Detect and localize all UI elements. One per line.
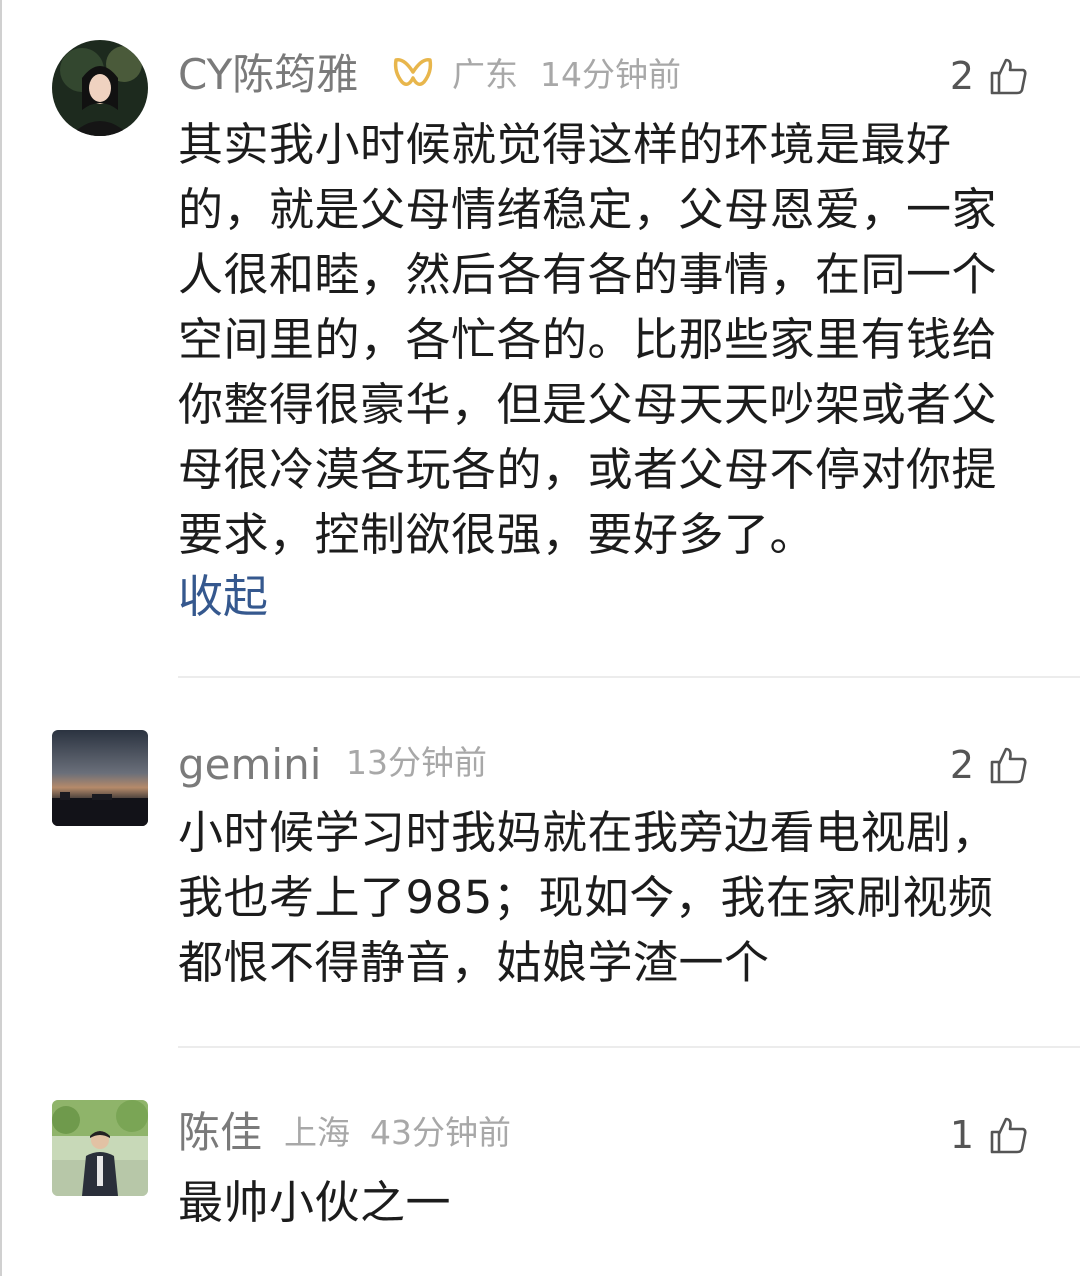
comment-time: 43分钟前: [370, 1113, 511, 1152]
comment-time: 14分钟前: [540, 55, 681, 94]
username[interactable]: gemini: [178, 744, 321, 786]
comment-text: 小时候学习时我妈就在我旁边看电视剧， 我也考上了985；现如今，我在家刷视频 都…: [178, 806, 998, 989]
avatar[interactable]: [52, 1100, 148, 1196]
like-count: 1: [949, 1113, 974, 1157]
thumbs-up-icon: [990, 58, 1027, 95]
avatar[interactable]: [52, 40, 148, 136]
divider: [178, 676, 1080, 678]
divider: [178, 1046, 1080, 1048]
username[interactable]: CY陈筠雅: [178, 54, 358, 96]
avatar[interactable]: [52, 730, 148, 826]
like-button[interactable]: 2: [950, 745, 1028, 785]
left-edge-border: [0, 0, 2, 1276]
comment-text: 最帅小伙之一: [178, 1176, 452, 1229]
comment-location: 上海: [284, 1113, 350, 1152]
username[interactable]: 陈佳: [178, 1112, 262, 1154]
thumbs-up-icon: [990, 1117, 1027, 1154]
like-button[interactable]: 1: [950, 1115, 1028, 1155]
comment-text: 其实我小时候就觉得这样的环境是最好 的，就是父母情绪稳定，父母恩爱，一家 人很和…: [178, 118, 998, 561]
collapse-link[interactable]: 收起: [178, 574, 268, 619]
vip-badge-icon: [392, 52, 434, 96]
comment-location: 广东: [452, 55, 518, 94]
like-button[interactable]: 2: [950, 56, 1028, 96]
like-count: 2: [949, 54, 974, 98]
thumbs-up-icon: [990, 747, 1027, 784]
like-count: 2: [949, 743, 974, 787]
comment-time: 13分钟前: [346, 743, 487, 782]
